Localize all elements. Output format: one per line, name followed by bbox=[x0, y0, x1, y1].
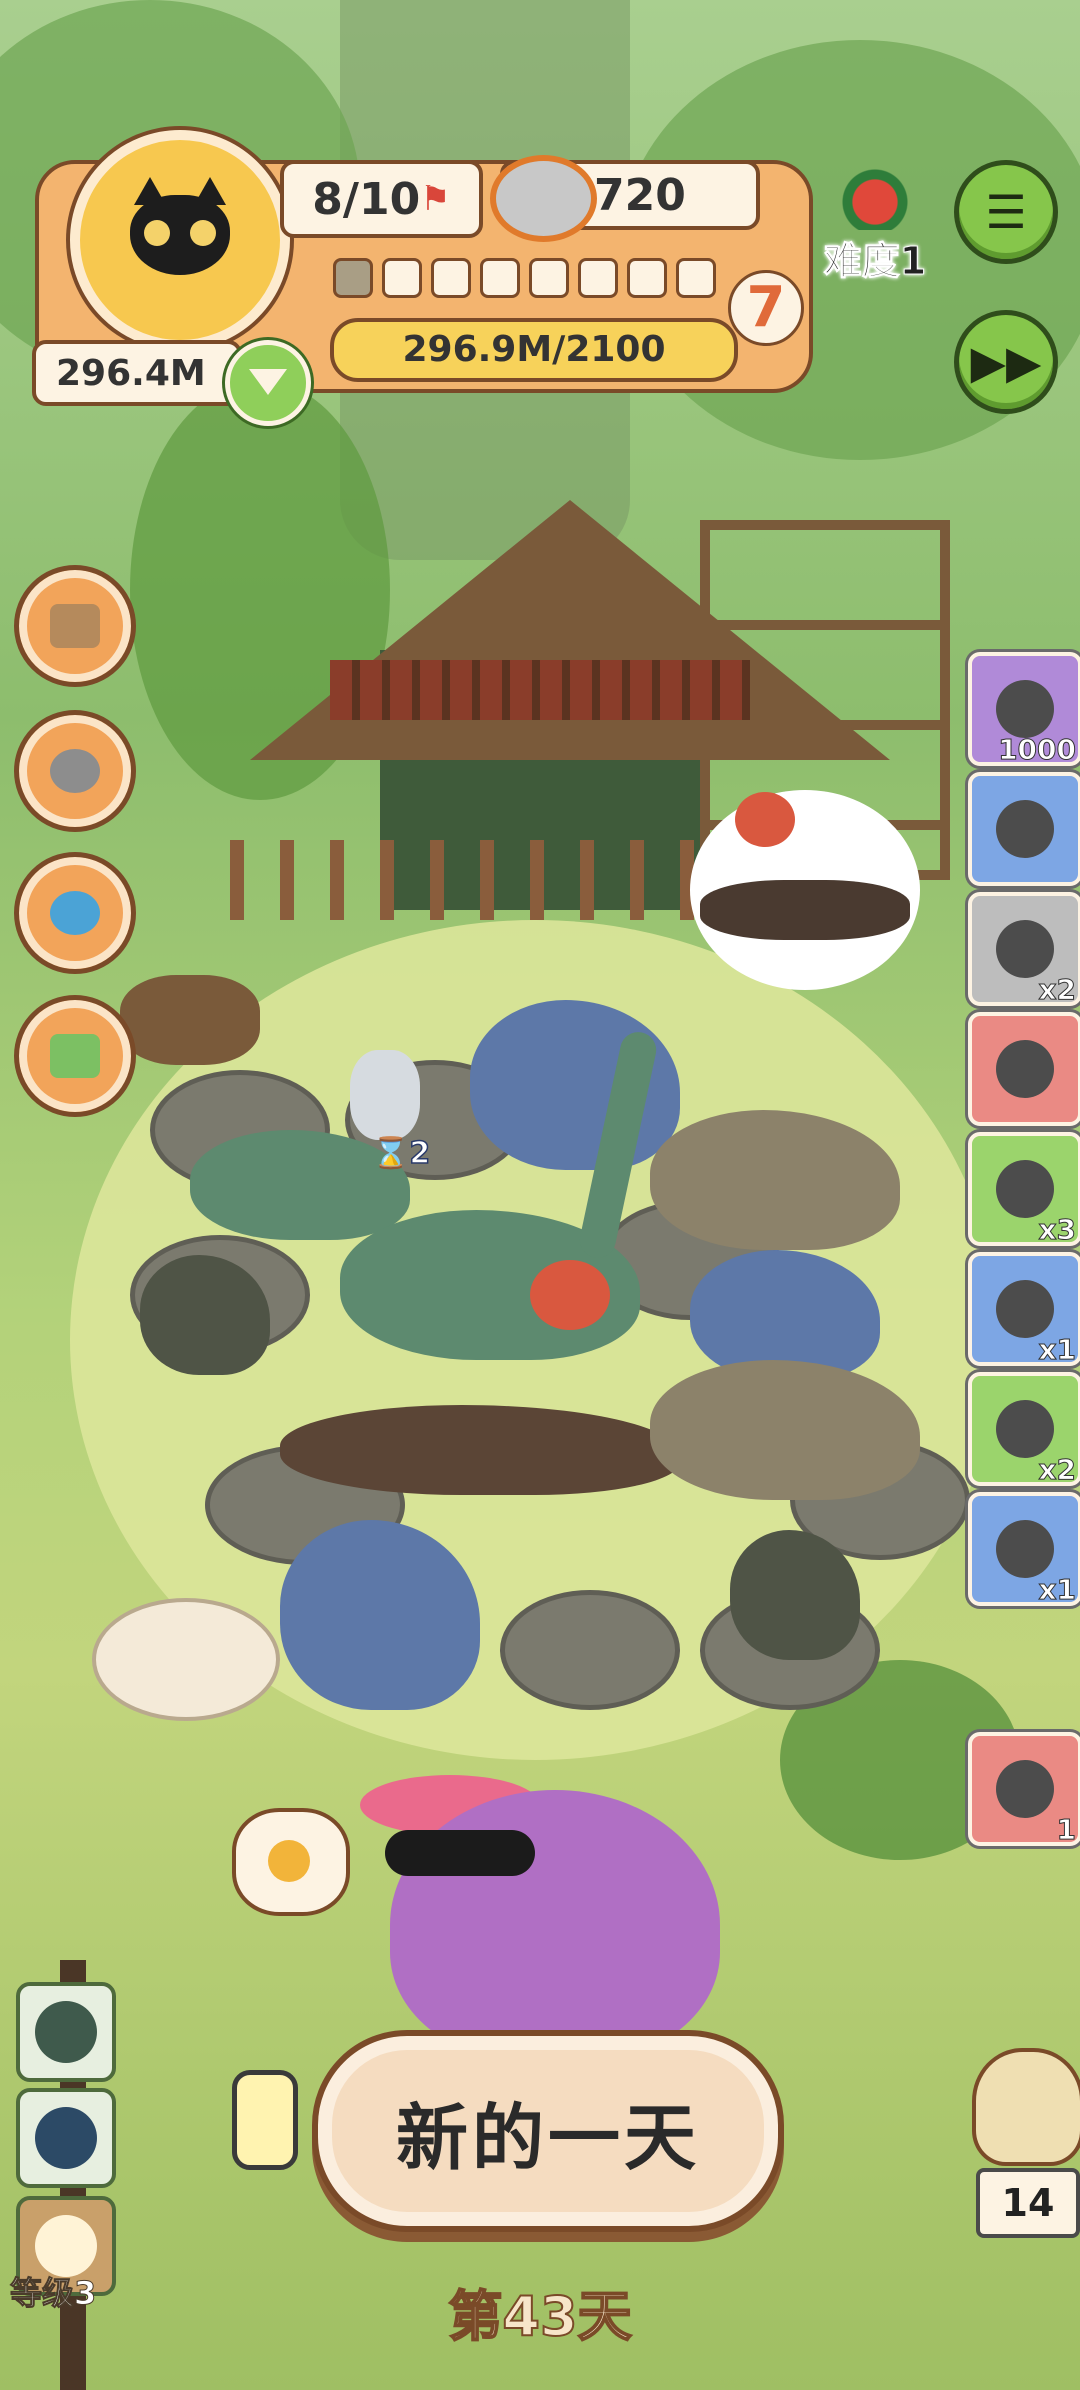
joystick-icon bbox=[50, 891, 100, 935]
inventory-button[interactable] bbox=[14, 565, 136, 687]
item-engine-part[interactable]: x2 bbox=[968, 892, 1080, 1007]
money-display: 296.4M bbox=[32, 340, 242, 406]
day-counter: 第43天 bbox=[447, 2284, 632, 2349]
item-slime-blob[interactable] bbox=[968, 1012, 1080, 1126]
level-segment bbox=[333, 258, 373, 298]
medical-button[interactable] bbox=[14, 995, 136, 1117]
paw-icon bbox=[190, 220, 216, 246]
level-segment bbox=[382, 258, 422, 298]
black-cat-icon bbox=[130, 177, 230, 275]
dino-pen-stone[interactable] bbox=[500, 1590, 680, 1710]
player-avatar[interactable] bbox=[70, 130, 290, 350]
item-tent[interactable]: x2 bbox=[968, 1372, 1080, 1487]
item-count: x2 bbox=[1038, 973, 1077, 1007]
level-segment bbox=[676, 258, 716, 298]
item-count: x1 bbox=[1038, 1333, 1077, 1367]
food-button[interactable] bbox=[14, 710, 136, 832]
dino-egg[interactable] bbox=[350, 1050, 420, 1140]
difficulty-indicator[interactable]: 难度1 bbox=[810, 160, 940, 285]
item-count: x1 bbox=[1038, 1573, 1077, 1607]
collect-button[interactable] bbox=[225, 340, 311, 426]
cat-food-can-icon bbox=[490, 155, 597, 242]
sunglasses bbox=[385, 1830, 535, 1876]
new-day-button[interactable]: 新的一天 bbox=[312, 2030, 784, 2232]
certificate-bubble[interactable] bbox=[232, 1808, 350, 1916]
lantern bbox=[232, 2070, 298, 2170]
level-segments bbox=[333, 258, 716, 298]
level-slot[interactable] bbox=[16, 2088, 116, 2188]
item-count: 1000 bbox=[998, 733, 1077, 767]
level-number: 7 bbox=[728, 270, 804, 346]
play-button[interactable] bbox=[14, 852, 136, 974]
item-camera[interactable] bbox=[968, 772, 1080, 886]
level-slot[interactable] bbox=[16, 1982, 116, 2082]
level-segment bbox=[431, 258, 471, 298]
item-count: 1 bbox=[1056, 1813, 1077, 1847]
hut-wall bbox=[330, 660, 750, 720]
item-count: x2 bbox=[1038, 1453, 1077, 1487]
fast-forward-icon: ▶▶ bbox=[970, 335, 1042, 389]
level-label: 等级3 bbox=[9, 2274, 97, 2313]
menu-button[interactable]: ☰ bbox=[954, 160, 1058, 264]
hut-fence bbox=[230, 840, 700, 920]
level-segment bbox=[627, 258, 667, 298]
donut-icon bbox=[996, 1520, 1054, 1578]
pterosaur[interactable] bbox=[700, 880, 910, 940]
cat-silhouette-icon bbox=[35, 2001, 97, 2063]
medkit-icon bbox=[50, 1034, 100, 1078]
flower-icon bbox=[835, 160, 915, 230]
box-icon bbox=[50, 604, 100, 648]
engine-part-icon bbox=[996, 920, 1054, 978]
cat-silhouette-icon bbox=[35, 2107, 97, 2169]
item-tin-can[interactable]: x1 bbox=[968, 1252, 1080, 1367]
owl-character[interactable] bbox=[972, 2048, 1080, 2166]
tree-stump bbox=[120, 975, 260, 1065]
xp-bar: 296.9M/2100 bbox=[330, 318, 738, 382]
tin-can-icon bbox=[996, 1280, 1054, 1338]
pteranodon-head bbox=[530, 1260, 610, 1330]
hut-roof bbox=[250, 500, 890, 760]
paw-icon bbox=[144, 220, 170, 246]
item-leaf-pack[interactable]: x3 bbox=[968, 1132, 1080, 1247]
phone-card-icon bbox=[996, 1760, 1054, 1818]
level-progress: 8/10 ⚑ bbox=[280, 160, 483, 238]
game-screen: ⌛2 8/10 ⚑ 720 7 296.9M/2100 296.4M 难度1 ☰ … bbox=[0, 0, 1080, 2390]
item-ore-basket[interactable]: 1000 bbox=[968, 652, 1080, 767]
tent-icon bbox=[996, 1400, 1054, 1458]
flag-icon: ⚑ bbox=[420, 179, 451, 219]
leaf-pack-icon bbox=[996, 1160, 1054, 1218]
level-segment bbox=[529, 258, 569, 298]
fast-forward-button[interactable]: ▶▶ bbox=[954, 310, 1058, 414]
medal-icon bbox=[268, 1840, 310, 1882]
level-segment bbox=[480, 258, 520, 298]
hatch-timer: ⌛2 bbox=[371, 1135, 431, 1172]
list-icon: ☰ bbox=[985, 185, 1027, 239]
level-segment bbox=[578, 258, 618, 298]
ore-basket-icon bbox=[996, 680, 1054, 738]
item-donut[interactable]: x1 bbox=[968, 1492, 1080, 1607]
chevron-down-icon bbox=[249, 369, 287, 395]
owl-count: 14 bbox=[976, 2168, 1080, 2238]
slime-blob-icon bbox=[996, 1040, 1054, 1098]
empty-nest[interactable] bbox=[92, 1598, 280, 1721]
camera-icon bbox=[996, 800, 1054, 858]
pterosaur-head bbox=[735, 792, 795, 847]
food-bowl-icon bbox=[50, 749, 100, 793]
item-count: x3 bbox=[1038, 1213, 1077, 1247]
item-phone-card[interactable]: 1 bbox=[968, 1732, 1080, 1847]
